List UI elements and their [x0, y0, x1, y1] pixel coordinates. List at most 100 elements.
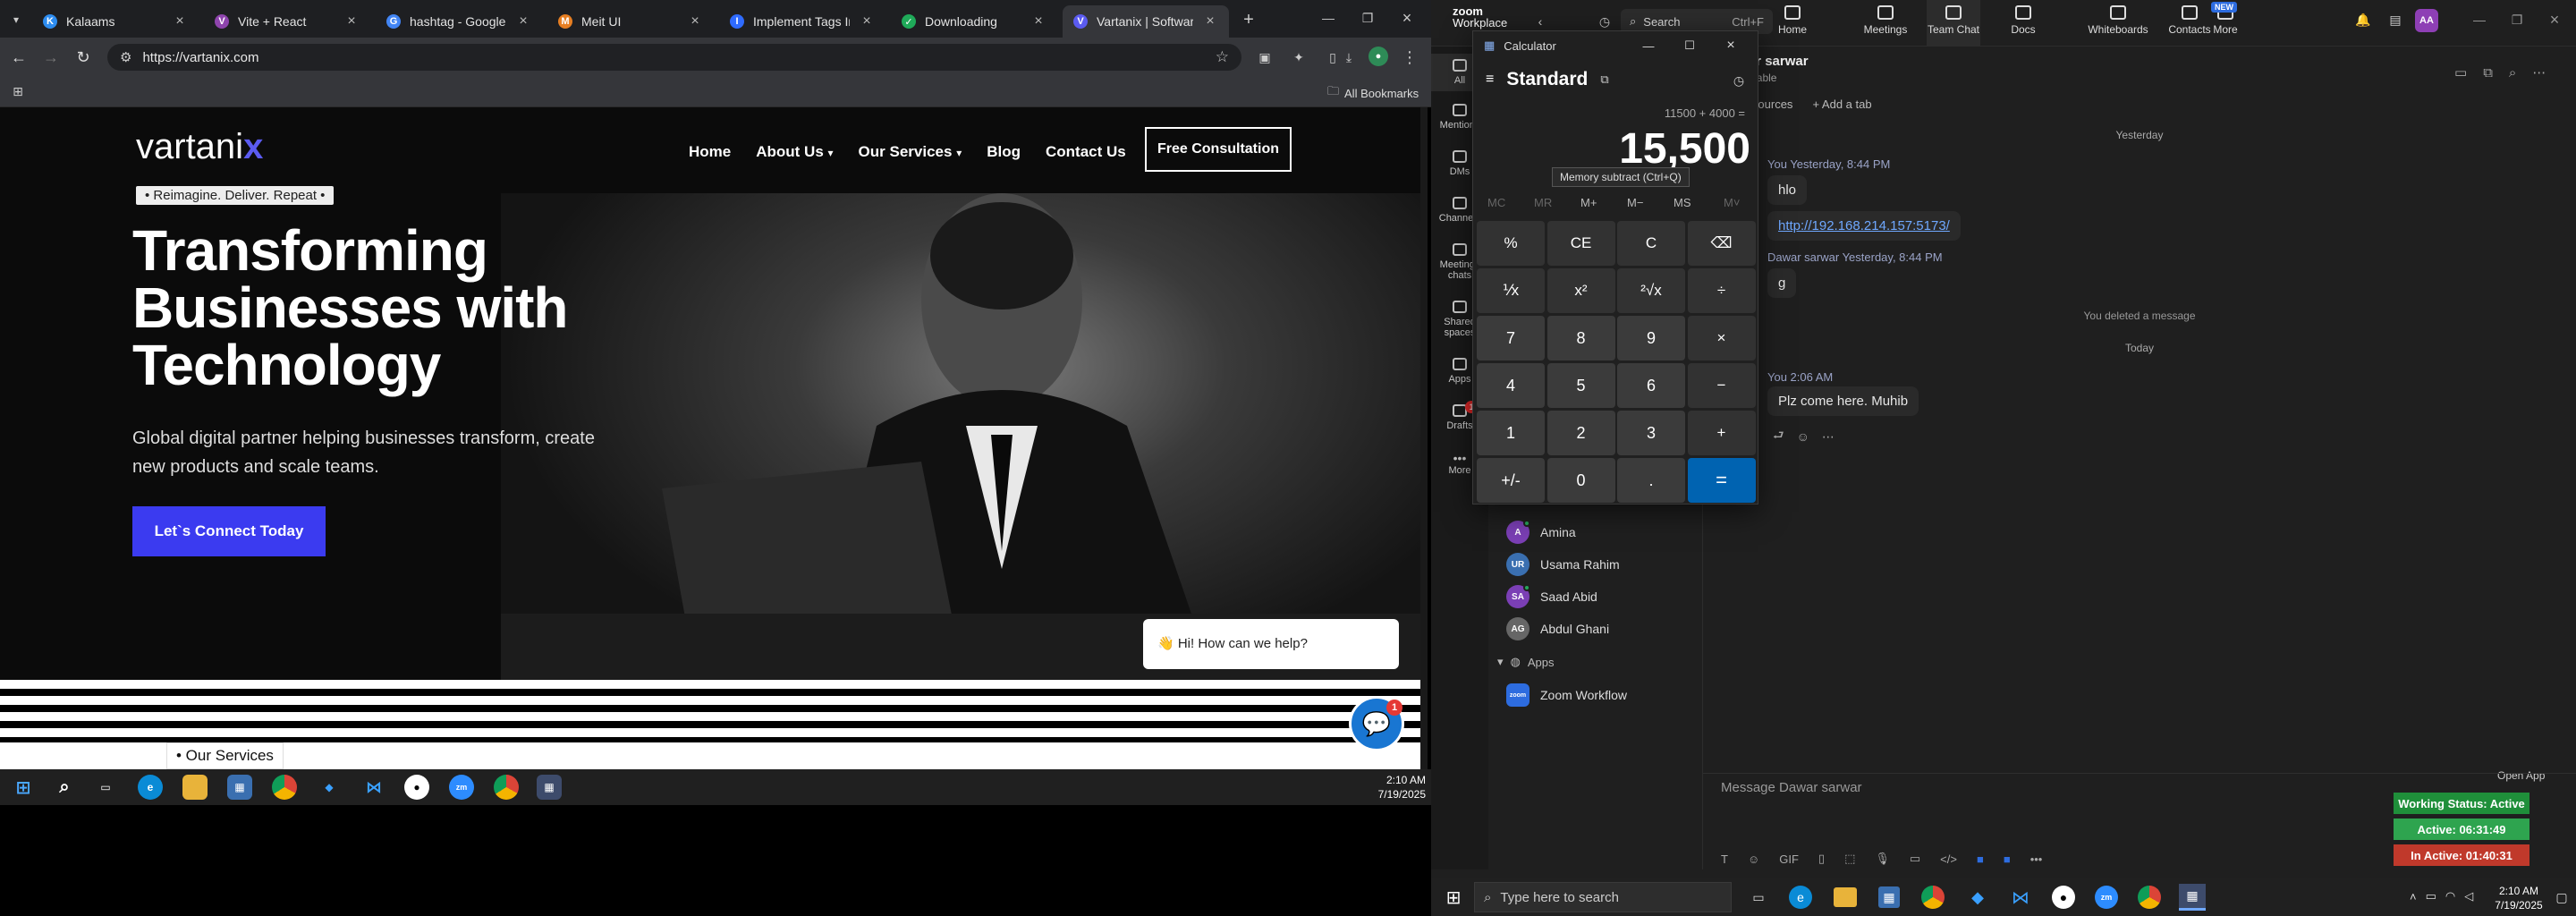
bell-icon[interactable]: 🔔	[2354, 11, 2372, 29]
browser-tab[interactable]: K Kalaams ×	[32, 5, 199, 38]
search-icon[interactable]: ⌕	[2509, 65, 2516, 81]
screenshot-icon[interactable]: ⬚	[1844, 852, 1855, 866]
zoom-icon[interactable]: zm	[449, 775, 474, 800]
app-icon[interactable]: ●	[2052, 886, 2075, 909]
browser-tab[interactable]: I Implement Tags Input ×	[719, 5, 886, 38]
video-message-icon[interactable]: ▭	[1910, 852, 1920, 866]
zero-key[interactable]: 0	[1546, 458, 1615, 503]
windows-start-icon[interactable]: ⊞	[1442, 886, 1465, 909]
reply-icon[interactable]: ⮐	[1773, 426, 1784, 447]
reciprocal-key[interactable]: ⅟x	[1477, 268, 1545, 313]
file-icon[interactable]: ▯	[1818, 852, 1825, 866]
contact-item[interactable]: SA Saad Abid	[1506, 584, 1597, 608]
five-key[interactable]: 5	[1546, 363, 1615, 408]
store-icon[interactable]: ▦	[227, 775, 252, 800]
calculator-taskbar-icon[interactable]: ▦	[537, 775, 562, 800]
one-key[interactable]: 1	[1477, 411, 1545, 455]
square-root-key[interactable]: ²√x	[1617, 268, 1685, 313]
plus-key[interactable]: +	[1687, 411, 1756, 455]
close-tab-icon[interactable]: ×	[1202, 13, 1218, 30]
nav-about[interactable]: About Us ▾	[756, 143, 833, 161]
code-icon[interactable]: </>	[1940, 852, 1957, 866]
close-tab-icon[interactable]: ×	[1030, 13, 1046, 30]
free-consultation-button[interactable]: Free Consultation	[1145, 127, 1292, 172]
decimal-key[interactable]: .	[1617, 458, 1685, 503]
profile-avatar[interactable]: ●	[1368, 47, 1388, 66]
square-key[interactable]: x²	[1546, 268, 1615, 313]
menu-kebab-icon[interactable]: ⋮	[1401, 47, 1419, 68]
message-link[interactable]: http://192.168.214.157:5173/	[1767, 211, 1961, 241]
memory-add-button[interactable]: M+	[1580, 196, 1597, 209]
apps-section-header[interactable]: ▾ ◍ Apps	[1497, 655, 1555, 669]
close-window-icon[interactable]: ×	[1394, 7, 1420, 29]
browser-tab[interactable]: ✓ Downloading ×	[891, 5, 1057, 38]
emoji-icon[interactable]: ☺	[1748, 852, 1759, 866]
forward-icon[interactable]: →	[39, 46, 63, 69]
tab-docs[interactable]: Docs	[1996, 5, 2050, 36]
wifi-icon[interactable]: ◠	[2445, 889, 2455, 903]
taskbar-search[interactable]: ⌕ Type here to search	[1474, 882, 1732, 912]
minimize-icon[interactable]: —	[2469, 9, 2490, 30]
close-tab-icon[interactable]: ×	[687, 13, 703, 30]
clear-entry-key[interactable]: CE	[1546, 221, 1615, 266]
nav-contact[interactable]: Contact Us	[1046, 143, 1126, 161]
contact-item[interactable]: AG Abdul Ghani	[1506, 617, 1609, 640]
memory-subtract-button[interactable]: M−	[1627, 196, 1643, 209]
app-icon[interactable]: ■	[1977, 852, 1984, 866]
back-icon[interactable]: ←	[7, 46, 30, 69]
six-key[interactable]: 6	[1617, 363, 1685, 408]
chevron-up-icon[interactable]: ˄	[2410, 890, 2417, 903]
site-info-icon[interactable]: ⚙	[120, 49, 131, 65]
app-icon[interactable]: ■	[2004, 852, 2011, 866]
tab-meetings[interactable]: Meetings	[1859, 5, 1912, 36]
four-key[interactable]: 4	[1477, 363, 1545, 408]
extensions-puzzle-icon[interactable]: ✦	[1288, 47, 1309, 68]
more-icon[interactable]: •••	[2030, 852, 2043, 866]
eight-key[interactable]: 8	[1546, 316, 1615, 360]
search-icon[interactable]: ⌕	[52, 775, 77, 800]
connect-button[interactable]: Let`s Connect Today	[132, 506, 326, 556]
clear-key[interactable]: C	[1617, 221, 1685, 266]
store-icon[interactable]: ▦	[1878, 886, 1900, 908]
notification-icon[interactable]: ▢	[2553, 887, 2571, 907]
zoom-workflow-item[interactable]: zoom Zoom Workflow	[1506, 683, 1627, 707]
screen-share-icon[interactable]: ⧉	[2483, 65, 2493, 81]
keep-on-top-icon[interactable]: ⧉	[1600, 72, 1608, 87]
close-icon[interactable]: ×	[1715, 38, 1747, 54]
nav-blog[interactable]: Blog	[987, 143, 1021, 161]
more-icon[interactable]: ⋯	[1822, 429, 1835, 445]
equals-key[interactable]: =	[1687, 458, 1756, 503]
backspace-key[interactable]: ⌫	[1687, 221, 1756, 266]
nine-key[interactable]: 9	[1617, 316, 1685, 360]
tab-whiteboards[interactable]: Whiteboards	[2073, 5, 2163, 36]
vscode-icon[interactable]: ⋈	[2009, 886, 2032, 909]
message-input[interactable]: Message Dawar sarwar	[1721, 780, 1862, 795]
windows-start-icon[interactable]: ⊞	[11, 775, 36, 800]
minimize-icon[interactable]: —	[1632, 39, 1665, 53]
nav-home[interactable]: Home	[689, 143, 731, 161]
calculator-taskbar-icon[interactable]: ▦	[2179, 884, 2206, 911]
page-scrollbar[interactable]	[1420, 107, 1428, 769]
contact-item[interactable]: A Amina	[1506, 520, 1576, 544]
vscode-alt-icon[interactable]: ◆	[1966, 886, 1989, 909]
message-bubble[interactable]: g	[1767, 268, 1797, 298]
message-bubble[interactable]: Plz come here. Muhib	[1767, 386, 1919, 416]
nav-services[interactable]: Our Services ▾	[859, 143, 962, 161]
close-tab-icon[interactable]: ×	[515, 13, 531, 30]
user-avatar[interactable]: AA	[2415, 9, 2438, 32]
memory-clear-button[interactable]: MC	[1487, 196, 1505, 209]
download-icon[interactable]: ⤓	[1338, 47, 1360, 68]
chrome-icon[interactable]	[494, 775, 519, 800]
two-key[interactable]: 2	[1546, 411, 1615, 455]
more-icon[interactable]: ⋯	[2532, 64, 2546, 81]
multiply-key[interactable]: ×	[1687, 316, 1756, 360]
chat-widget-bubble[interactable]: 👋 Hi! How can we help?	[1143, 619, 1399, 669]
close-tab-icon[interactable]: ×	[172, 13, 188, 30]
maximize-icon[interactable]: ❐	[1354, 7, 1381, 29]
minimize-icon[interactable]: —	[1315, 7, 1342, 29]
app-icon[interactable]: ●	[404, 775, 429, 800]
hamburger-icon[interactable]: ≡	[1486, 72, 1494, 88]
tab-search-icon[interactable]: ▾	[7, 11, 25, 29]
edge-icon[interactable]: e	[1789, 886, 1812, 909]
message-bubble[interactable]: hlo	[1767, 175, 1808, 205]
